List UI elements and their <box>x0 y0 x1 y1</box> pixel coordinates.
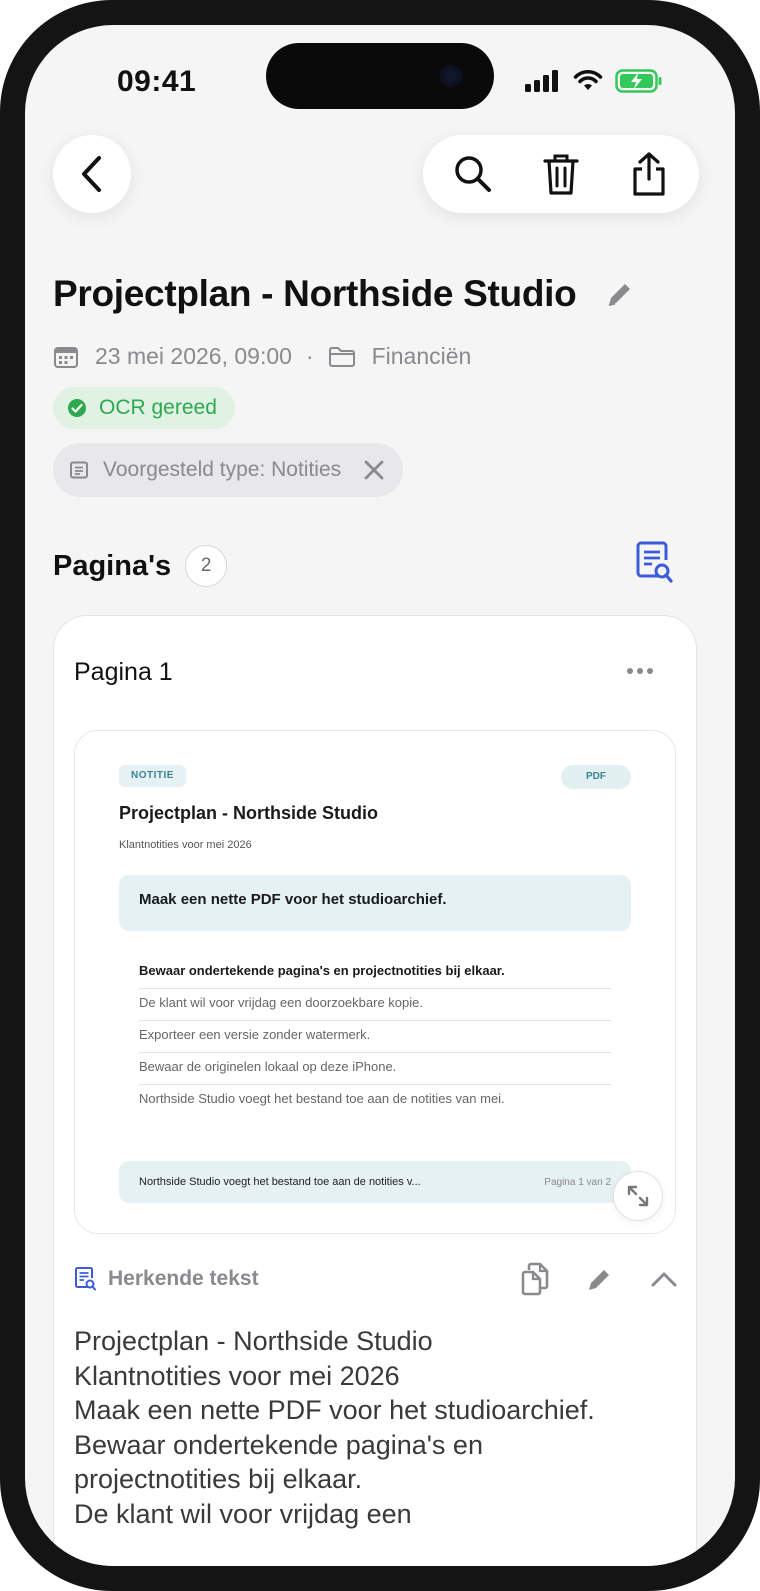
delete-button[interactable] <box>526 139 596 209</box>
pages-heading: Pagina's <box>53 549 172 582</box>
list-item: Bewaar de originelen lokaal op deze iPho… <box>139 1053 611 1085</box>
suggested-type-chip[interactable]: Voorgesteld type: Notities <box>53 443 404 497</box>
camera-icon <box>440 65 462 87</box>
recognized-text-header: Herkende tekst <box>74 1262 678 1296</box>
expand-preview-button[interactable] <box>613 1171 663 1221</box>
page-title: Projectplan - Northside Studio <box>53 273 577 314</box>
page-card-title: Pagina 1 <box>74 658 173 686</box>
preview-footer: Northside Studio voegt het bestand toe a… <box>119 1161 631 1203</box>
list-item: De klant wil voor vrijdag een doorzoekba… <box>139 989 611 1021</box>
preview-highlight: Maak een nette PDF voor het studioarchie… <box>119 875 631 931</box>
more-icon <box>627 668 653 674</box>
preview-footer-text: Northside Studio voegt het bestand toe a… <box>139 1176 421 1188</box>
document-meta: 23 mei 2026, 09:00 · Financiën <box>53 343 471 370</box>
preview-subtitle: Klantnotities voor mei 2026 <box>119 839 252 851</box>
recognized-text-line: projectnotities bij elkaar. <box>74 1464 363 1494</box>
preview-title: Projectplan - Northside Studio <box>119 803 379 823</box>
document-search-icon <box>636 541 673 583</box>
recognized-text-line: Projectplan - Northside Studio <box>74 1326 433 1356</box>
screen: 09:41 Projectplan - Northside Studio 23 … <box>25 25 735 1566</box>
calendar-icon <box>54 346 78 368</box>
chevron-up-icon[interactable] <box>650 1270 678 1288</box>
page-more-button[interactable] <box>626 662 654 680</box>
status-icons <box>525 69 663 93</box>
preview-list: Bewaar ondertekende pagina's en projectn… <box>139 957 611 1116</box>
preview-page-number: Pagina 1 van 2 <box>544 1176 611 1188</box>
trash-icon <box>543 154 579 195</box>
pencil-icon[interactable] <box>586 1265 614 1293</box>
folder-icon <box>328 346 355 367</box>
toolbar-actions <box>423 135 699 213</box>
search-in-pages-button[interactable] <box>635 540 673 589</box>
pages-count-badge: 2 <box>185 545 228 587</box>
document-search-icon <box>75 1267 96 1291</box>
close-icon[interactable] <box>363 459 385 481</box>
page-card: Pagina 1 NOTITIE PDF Projectplan - North… <box>53 615 697 1566</box>
signal-icon <box>525 70 558 92</box>
recognized-text-line: Bewaar ondertekende pagina's en <box>74 1429 483 1460</box>
list-item: Bewaar ondertekende pagina's en projectn… <box>139 957 611 989</box>
meta-separator: · <box>305 343 314 369</box>
back-button[interactable] <box>53 135 131 213</box>
check-circle-icon <box>68 399 86 417</box>
battery-icon <box>615 69 662 93</box>
document-icon <box>70 461 88 479</box>
back-icon <box>82 156 101 192</box>
status-time: 09:41 <box>117 65 197 98</box>
expand-icon <box>627 1185 649 1207</box>
document-folder[interactable]: Financiën <box>372 343 472 370</box>
recognized-text-label: Herkende tekst <box>108 1267 259 1290</box>
ocr-status-badge: OCR gereed <box>53 387 235 429</box>
share-icon <box>633 152 665 196</box>
recognized-text-line: De klant wil voor vrijdag een <box>74 1498 412 1529</box>
copy-icon[interactable] <box>520 1262 550 1296</box>
pages-header: Pagina's 2 <box>53 545 228 587</box>
suggested-type-label: Voorgesteld type: Notities <box>103 458 342 481</box>
share-button[interactable] <box>614 139 684 209</box>
search-button[interactable] <box>438 139 508 209</box>
dynamic-island <box>266 43 494 109</box>
pencil-icon <box>608 284 630 306</box>
phone-frame: 09:41 Projectplan - Northside Studio 23 … <box>0 0 760 1591</box>
edit-title-button[interactable] <box>605 279 635 314</box>
recognized-text-line: Klantnotities voor mei 2026 <box>74 1360 400 1391</box>
recognized-text-tools <box>520 1262 678 1296</box>
recognized-text-line: Maak een nette PDF voor het studioarchie… <box>74 1395 595 1425</box>
wifi-icon <box>573 70 603 90</box>
list-item: Northside Studio voegt het bestand toe a… <box>139 1091 505 1106</box>
list-item: Exporteer een versie zonder watermerk. <box>139 1021 611 1053</box>
page-preview[interactable]: NOTITIE PDF Projectplan - Northside Stud… <box>74 730 676 1234</box>
preview-format-badge: PDF <box>561 765 631 789</box>
ocr-status-label: OCR gereed <box>99 396 217 419</box>
search-icon <box>455 156 491 192</box>
recognized-text[interactable]: Projectplan - Northside Studio Klantnoti… <box>74 1324 674 1531</box>
document-date: 23 mei 2026, 09:00 <box>95 343 292 369</box>
preview-tag: NOTITIE <box>119 765 186 787</box>
